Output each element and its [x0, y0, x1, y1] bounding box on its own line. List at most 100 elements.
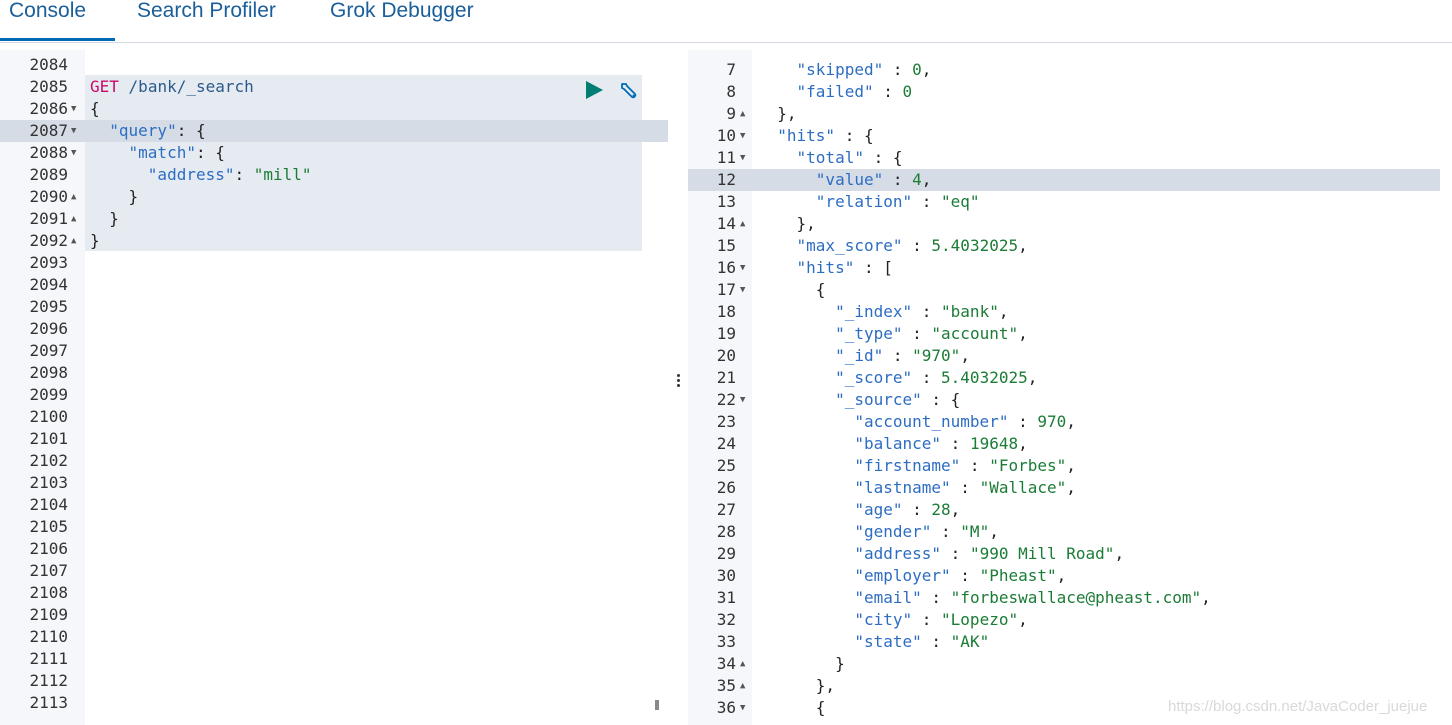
code-line[interactable]: 18 "_index" : "bank",: [688, 301, 1452, 323]
code-line[interactable]: 2109: [0, 604, 668, 626]
tab-console[interactable]: Console: [9, 0, 86, 38]
code-line[interactable]: 16 ▼ "hits" : [: [688, 257, 1452, 279]
code-line[interactable]: 13 "relation" : "eq": [688, 191, 1452, 213]
code-line[interactable]: 2099: [0, 384, 668, 406]
request-editor[interactable]: 2084 2085 GET /bank/_search 2086 ▼{2087 ▼ "qu…: [0, 50, 668, 725]
code-line[interactable]: 28 "gender" : "M",: [688, 521, 1452, 543]
code-line[interactable]: 2107: [0, 560, 668, 582]
code-line[interactable]: 22 ▼ "_source" : {: [688, 389, 1452, 411]
code-text: "_index" : "bank",: [835, 302, 1009, 321]
line-number: 8: [726, 82, 736, 101]
fold-open-icon[interactable]: ▼: [71, 120, 81, 142]
code-line[interactable]: 34 ▲ }: [688, 653, 1452, 675]
code-line[interactable]: 2095: [0, 296, 668, 318]
code-text: "address" : "990 Mill Road",: [854, 544, 1125, 563]
code-line[interactable]: 2091 ▲ }: [0, 208, 668, 230]
line-number: 12: [716, 170, 736, 189]
code-line[interactable]: 2113: [0, 692, 668, 714]
fold-open-icon[interactable]: ▼: [740, 697, 750, 719]
code-line[interactable]: 2112: [0, 670, 668, 692]
pane-resizer[interactable]: [672, 372, 684, 396]
code-line[interactable]: 9 ▲ },: [688, 103, 1452, 125]
code-line[interactable]: 2100: [0, 406, 668, 428]
code-line[interactable]: 20 "_id" : "970",: [688, 345, 1452, 367]
response-viewer[interactable]: 7 "skipped" : 0, 8 "failed" : 0 9 ▲ }, 10 ▼ "…: [688, 50, 1452, 725]
code-line[interactable]: 32 "city" : "Lopezo",: [688, 609, 1452, 631]
code-text: "hits" : [: [796, 258, 893, 277]
code-line[interactable]: 2102: [0, 450, 668, 472]
code-line[interactable]: 14 ▲ },: [688, 213, 1452, 235]
code-line[interactable]: 10 ▼ "hits" : {: [688, 125, 1452, 147]
code-line[interactable]: 17 ▼ {: [688, 279, 1452, 301]
code-line[interactable]: 2088 ▼ "match": {: [0, 142, 668, 164]
fold-open-icon[interactable]: ▼: [740, 389, 750, 411]
code-line[interactable]: 2101: [0, 428, 668, 450]
request-scrollbar[interactable]: [655, 700, 659, 710]
line-number: 20: [716, 346, 736, 365]
code-text: }: [90, 209, 119, 228]
line-number: 2095: [29, 297, 68, 316]
fold-close-icon[interactable]: ▲: [71, 230, 81, 252]
code-line[interactable]: 26 "lastname" : "Wallace",: [688, 477, 1452, 499]
line-number: 27: [716, 500, 736, 519]
code-line[interactable]: 24 "balance" : 19648,: [688, 433, 1452, 455]
code-line[interactable]: 21 "_score" : 5.4032025,: [688, 367, 1452, 389]
code-line[interactable]: 2094: [0, 274, 668, 296]
code-line[interactable]: 2098: [0, 362, 668, 384]
tab-grok-debugger[interactable]: Grok Debugger: [330, 0, 474, 38]
line-number: 16: [716, 258, 736, 277]
play-icon[interactable]: [586, 81, 603, 99]
code-line[interactable]: 33 "state" : "AK": [688, 631, 1452, 653]
fold-close-icon[interactable]: ▲: [71, 208, 81, 230]
code-line[interactable]: 2084: [0, 54, 668, 76]
fold-close-icon[interactable]: ▲: [740, 675, 750, 697]
fold-open-icon[interactable]: ▼: [740, 147, 750, 169]
code-line[interactable]: 2110: [0, 626, 668, 648]
code-line[interactable]: 2108: [0, 582, 668, 604]
code-line[interactable]: 2097: [0, 340, 668, 362]
code-line[interactable]: 27 "age" : 28,: [688, 499, 1452, 521]
code-line[interactable]: 11 ▼ "total" : {: [688, 147, 1452, 169]
fold-close-icon[interactable]: ▲: [740, 103, 750, 125]
code-line[interactable]: 2104: [0, 494, 668, 516]
code-line[interactable]: 2096: [0, 318, 668, 340]
code-line[interactable]: 31 "email" : "forbeswallace@pheast.com",: [688, 587, 1452, 609]
fold-close-icon[interactable]: ▲: [740, 213, 750, 235]
fold-open-icon[interactable]: ▼: [740, 125, 750, 147]
code-line[interactable]: 2087 ▼ "query": {: [0, 120, 668, 142]
code-line[interactable]: 7 "skipped" : 0,: [688, 59, 1452, 81]
code-line[interactable]: 12 "value" : 4,: [688, 169, 1452, 191]
code-line[interactable]: 2111: [0, 648, 668, 670]
code-line[interactable]: 29 "address" : "990 Mill Road",: [688, 543, 1452, 565]
code-line[interactable]: 23 "account_number" : 970,: [688, 411, 1452, 433]
code-text: "balance" : 19648,: [854, 434, 1028, 453]
fold-close-icon[interactable]: ▲: [71, 186, 81, 208]
code-line[interactable]: 8 "failed" : 0: [688, 81, 1452, 103]
code-text: "email" : "forbeswallace@pheast.com",: [854, 588, 1211, 607]
fold-close-icon[interactable]: ▲: [740, 653, 750, 675]
fold-open-icon[interactable]: ▼: [71, 98, 81, 120]
fold-open-icon[interactable]: ▼: [71, 142, 81, 164]
code-text: },: [758, 214, 816, 233]
code-line[interactable]: 2092 ▲}: [0, 230, 668, 252]
code-line[interactable]: 30 "employer" : "Pheast",: [688, 565, 1452, 587]
code-line[interactable]: 2089 "address": "mill": [0, 164, 668, 186]
code-line[interactable]: 2105: [0, 516, 668, 538]
line-number: 19: [716, 324, 736, 343]
code-line[interactable]: 35 ▲ },: [688, 675, 1452, 697]
fold-open-icon[interactable]: ▼: [740, 279, 750, 301]
code-line[interactable]: 2085 GET /bank/_search: [0, 76, 668, 98]
code-line[interactable]: 2093: [0, 252, 668, 274]
tab-search-profiler[interactable]: Search Profiler: [137, 0, 276, 38]
code-line[interactable]: 19 "_type" : "account",: [688, 323, 1452, 345]
line-number: 2088: [29, 143, 68, 162]
code-line[interactable]: 25 "firstname" : "Forbes",: [688, 455, 1452, 477]
code-line[interactable]: 2090 ▲ }: [0, 186, 668, 208]
wrench-icon[interactable]: [618, 80, 640, 102]
code-line[interactable]: 15 "max_score" : 5.4032025,: [688, 235, 1452, 257]
code-line[interactable]: 2106: [0, 538, 668, 560]
response-scrollbar[interactable]: [1440, 50, 1452, 725]
code-line[interactable]: 2086 ▼ {: [0, 98, 668, 120]
fold-open-icon[interactable]: ▼: [740, 257, 750, 279]
code-line[interactable]: 2103: [0, 472, 668, 494]
